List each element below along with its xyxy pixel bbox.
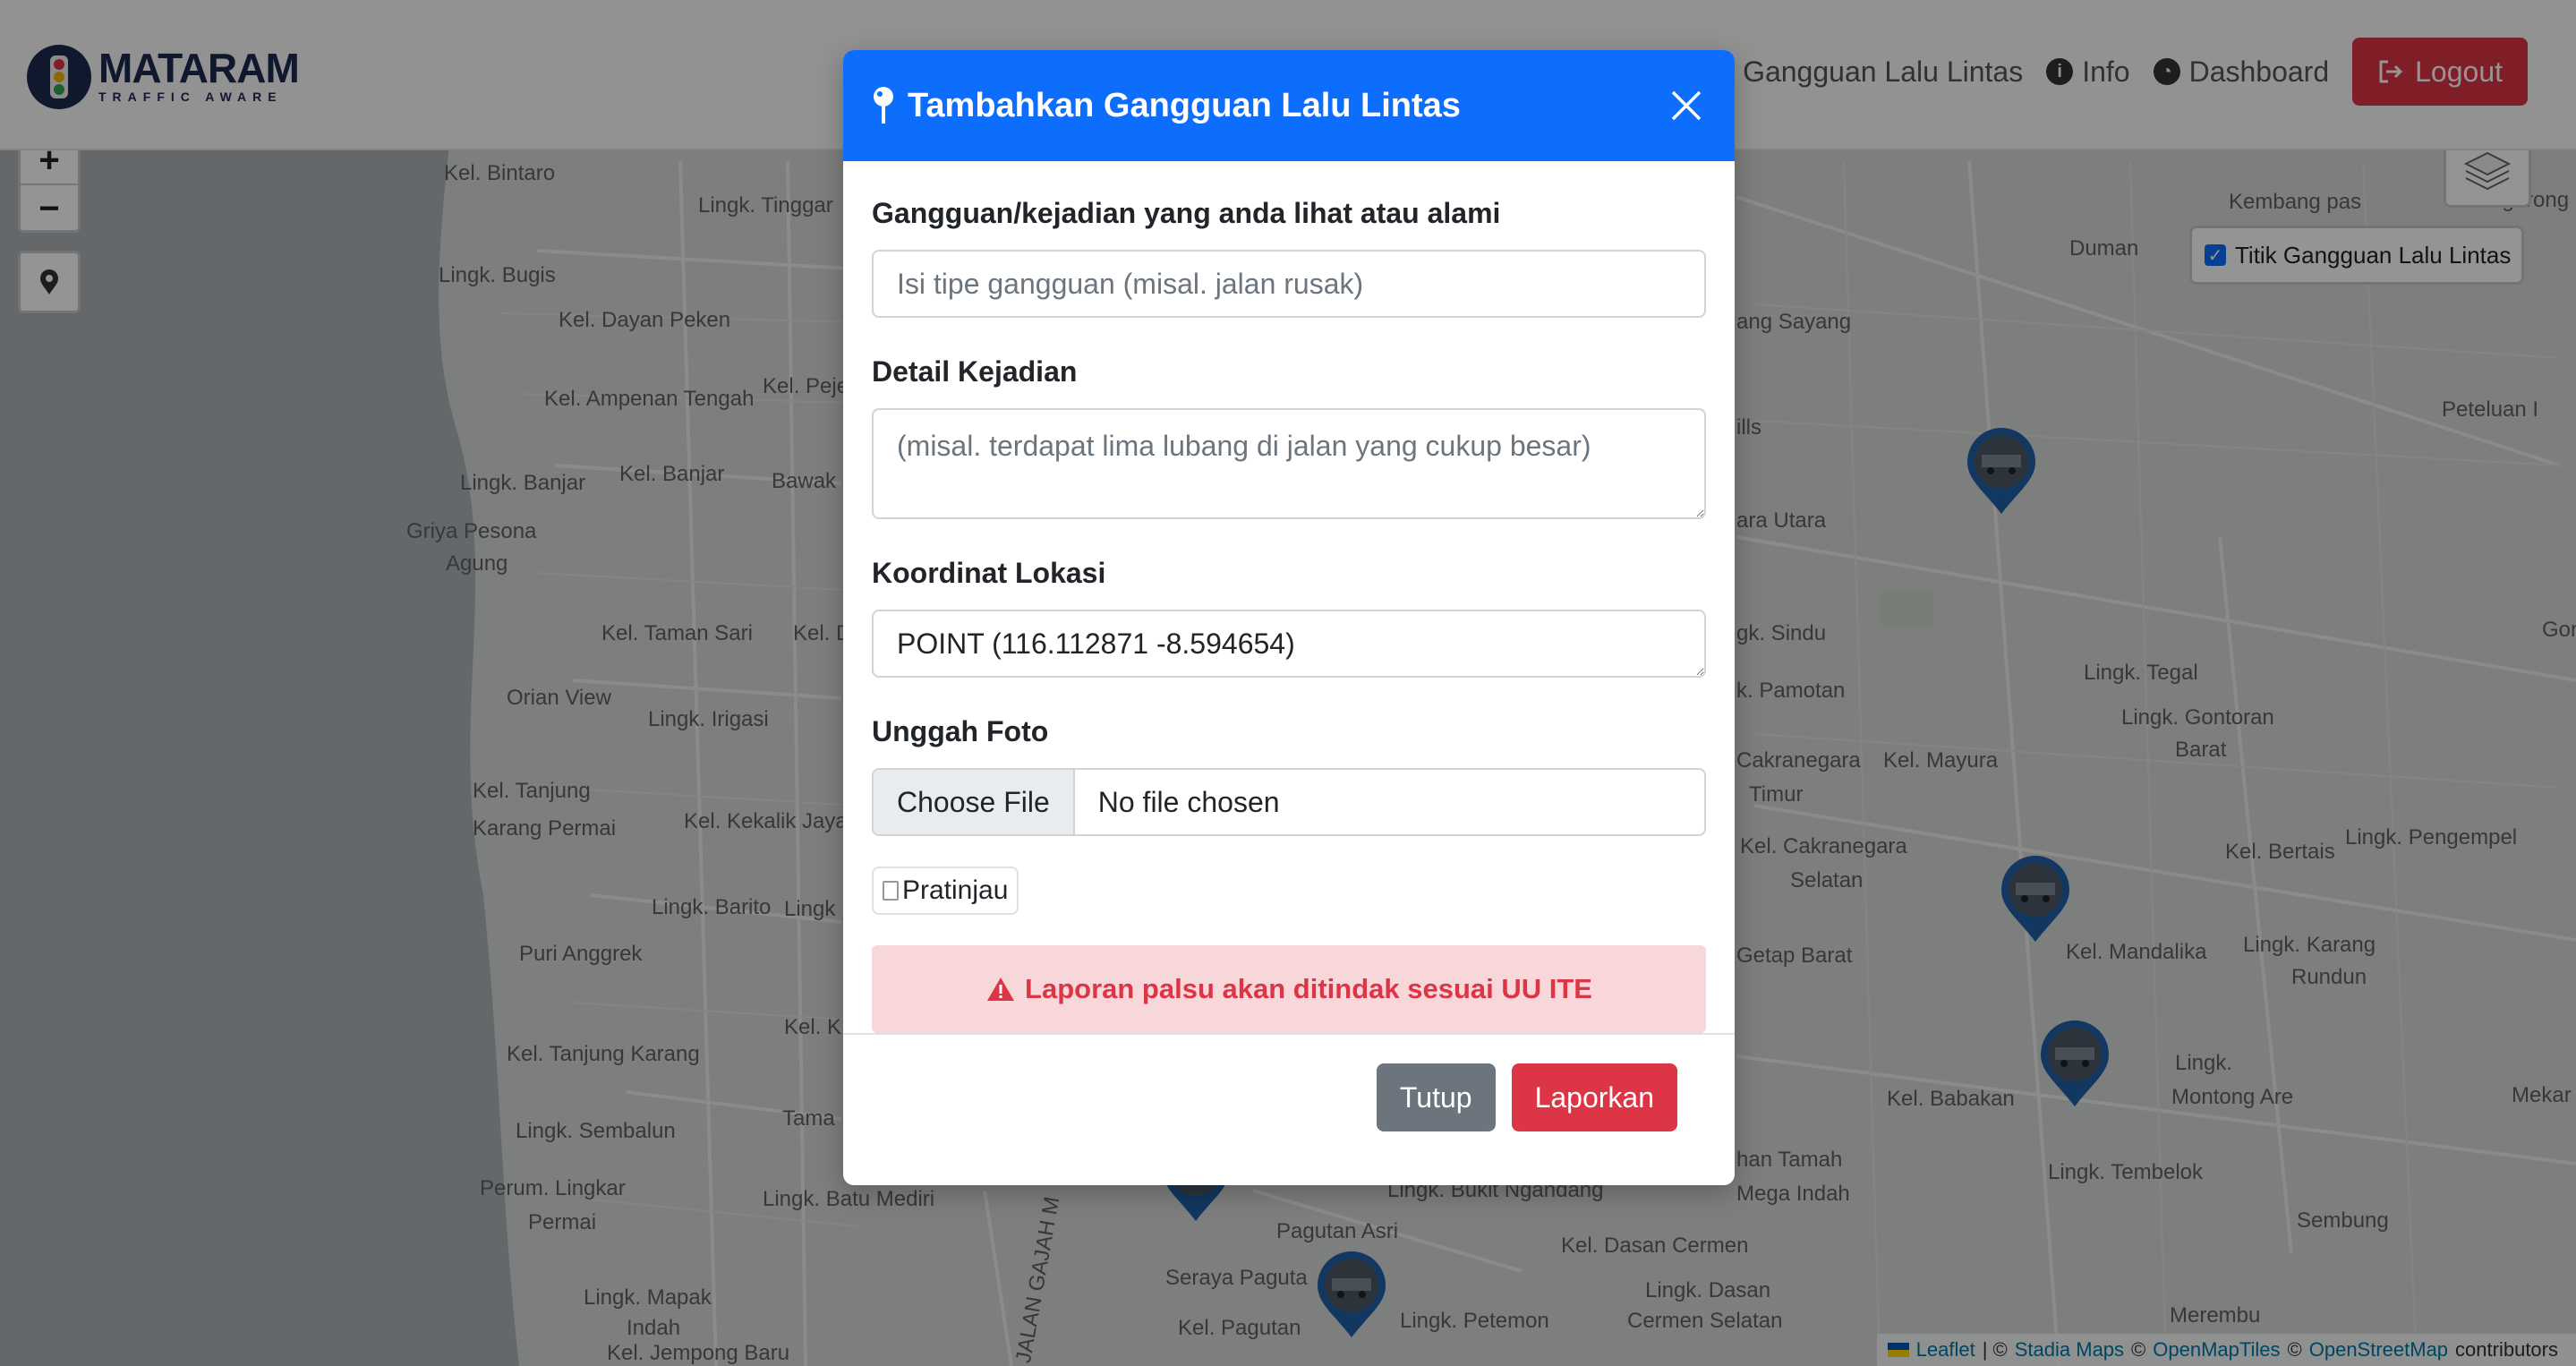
photo-file-input[interactable]: Choose File No file chosen <box>872 768 1706 836</box>
modal-close-button[interactable] <box>1663 82 1710 129</box>
close-button[interactable]: Tutup <box>1376 1063 1496 1131</box>
pin-icon <box>874 87 893 124</box>
modal-footer: Tutup Laporkan <box>843 1033 1735 1131</box>
close-icon <box>1671 90 1702 121</box>
incident-detail-textarea[interactable] <box>872 408 1706 519</box>
submit-report-button[interactable]: Laporkan <box>1511 1063 1677 1131</box>
modal-title: Tambahkan Gangguan Lalu Lintas <box>908 86 1461 124</box>
warning-text: Laporan palsu akan ditindak sesuai UU IT… <box>1025 973 1592 1004</box>
incident-type-label: Gangguan/kejadian yang anda lihat atau a… <box>872 197 1501 229</box>
choose-file-button[interactable]: Choose File <box>874 770 1075 834</box>
incident-type-input[interactable] <box>872 250 1706 318</box>
incident-detail-label: Detail Kejadian <box>872 355 1078 388</box>
coordinate-textarea[interactable]: POINT (116.112871 -8.594654) <box>872 610 1706 678</box>
photo-preview: Pratinjau <box>872 867 1019 915</box>
photo-upload-label: Unggah Foto <box>872 715 1049 747</box>
coordinate-label: Koordinat Lokasi <box>872 557 1106 589</box>
report-modal: Tambahkan Gangguan Lalu Lintas Gangguan/… <box>843 50 1735 1185</box>
file-status: No file chosen <box>1097 785 1280 818</box>
warning-triangle-icon <box>987 978 1015 1001</box>
modal-header: Tambahkan Gangguan Lalu Lintas <box>843 50 1735 161</box>
broken-image-icon <box>883 881 899 901</box>
warning-alert: Laporan palsu akan ditindak sesuai UU IT… <box>872 945 1706 1033</box>
photo-preview-alt: Pratinjau <box>902 875 1009 905</box>
